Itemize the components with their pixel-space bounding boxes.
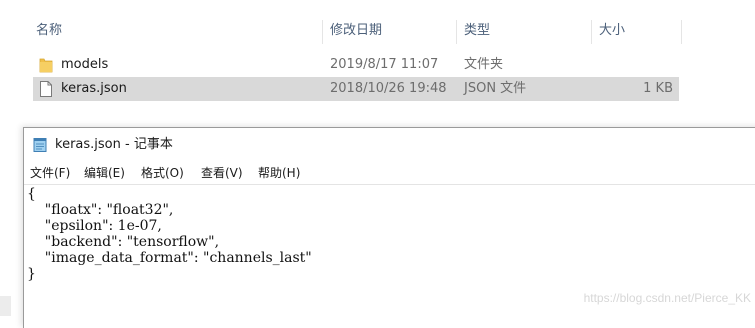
menu-help[interactable]: 帮助(H) [258,164,300,182]
file-type: 文件夹 [464,57,504,72]
column-header-size[interactable]: 大小 [599,16,625,46]
menu-format[interactable]: 格式(O) [141,164,184,182]
notepad-icon[interactable] [32,137,48,153]
file-row-keras-json[interactable]: keras.json 2018/10/26 19:48 JSON 文件 1 KB [33,77,679,101]
column-divider[interactable] [456,20,457,44]
text-line: "backend": "tensorflow", [27,234,220,250]
file-icon [39,81,53,97]
column-divider[interactable] [322,20,323,44]
column-header-date-modified[interactable]: 修改日期 [330,16,382,46]
window-title: keras.json - 记事本 [55,137,173,152]
menu-edit[interactable]: 编辑(E) [84,164,125,182]
file-type: JSON 文件 [464,81,527,96]
text-editor[interactable]: { "floatx": "float32", "epsilon": 1e-07,… [27,186,747,326]
menu-bar: 文件(F) 编辑(E) 格式(O) 查看(V) 帮助(H) [24,162,755,184]
text-line: } [27,266,36,282]
title-bar[interactable]: keras.json - 记事本 [24,128,755,162]
file-size: 1 KB [643,81,673,96]
text-line: "epsilon": 1e-07, [27,218,162,234]
text-line: "image_data_format": "channels_last" [27,250,312,266]
column-divider[interactable] [681,20,682,44]
column-header-type[interactable]: 类型 [464,16,490,46]
column-header-name[interactable]: 名称 [36,16,62,46]
menu-divider [24,184,755,185]
column-divider[interactable] [591,20,592,44]
folder-icon [39,57,53,73]
watermark: https://blog.csdn.net/Pierce_KK [583,291,751,305]
window-edge [0,296,11,316]
text-line: "floatx": "float32", [27,202,174,218]
menu-file[interactable]: 文件(F) [30,164,70,182]
file-explorer: 名称 修改日期 类型 大小 models 2019/8/17 11:07 文件夹… [0,0,755,125]
file-date: 2018/10/26 19:48 [330,81,447,96]
menu-view[interactable]: 查看(V) [201,164,243,182]
file-date: 2019/8/17 11:07 [330,57,439,72]
text-line: { [27,186,36,202]
file-name: models [61,57,109,72]
file-name: keras.json [61,81,127,96]
file-row-models[interactable]: models 2019/8/17 11:07 文件夹 [33,53,679,77]
